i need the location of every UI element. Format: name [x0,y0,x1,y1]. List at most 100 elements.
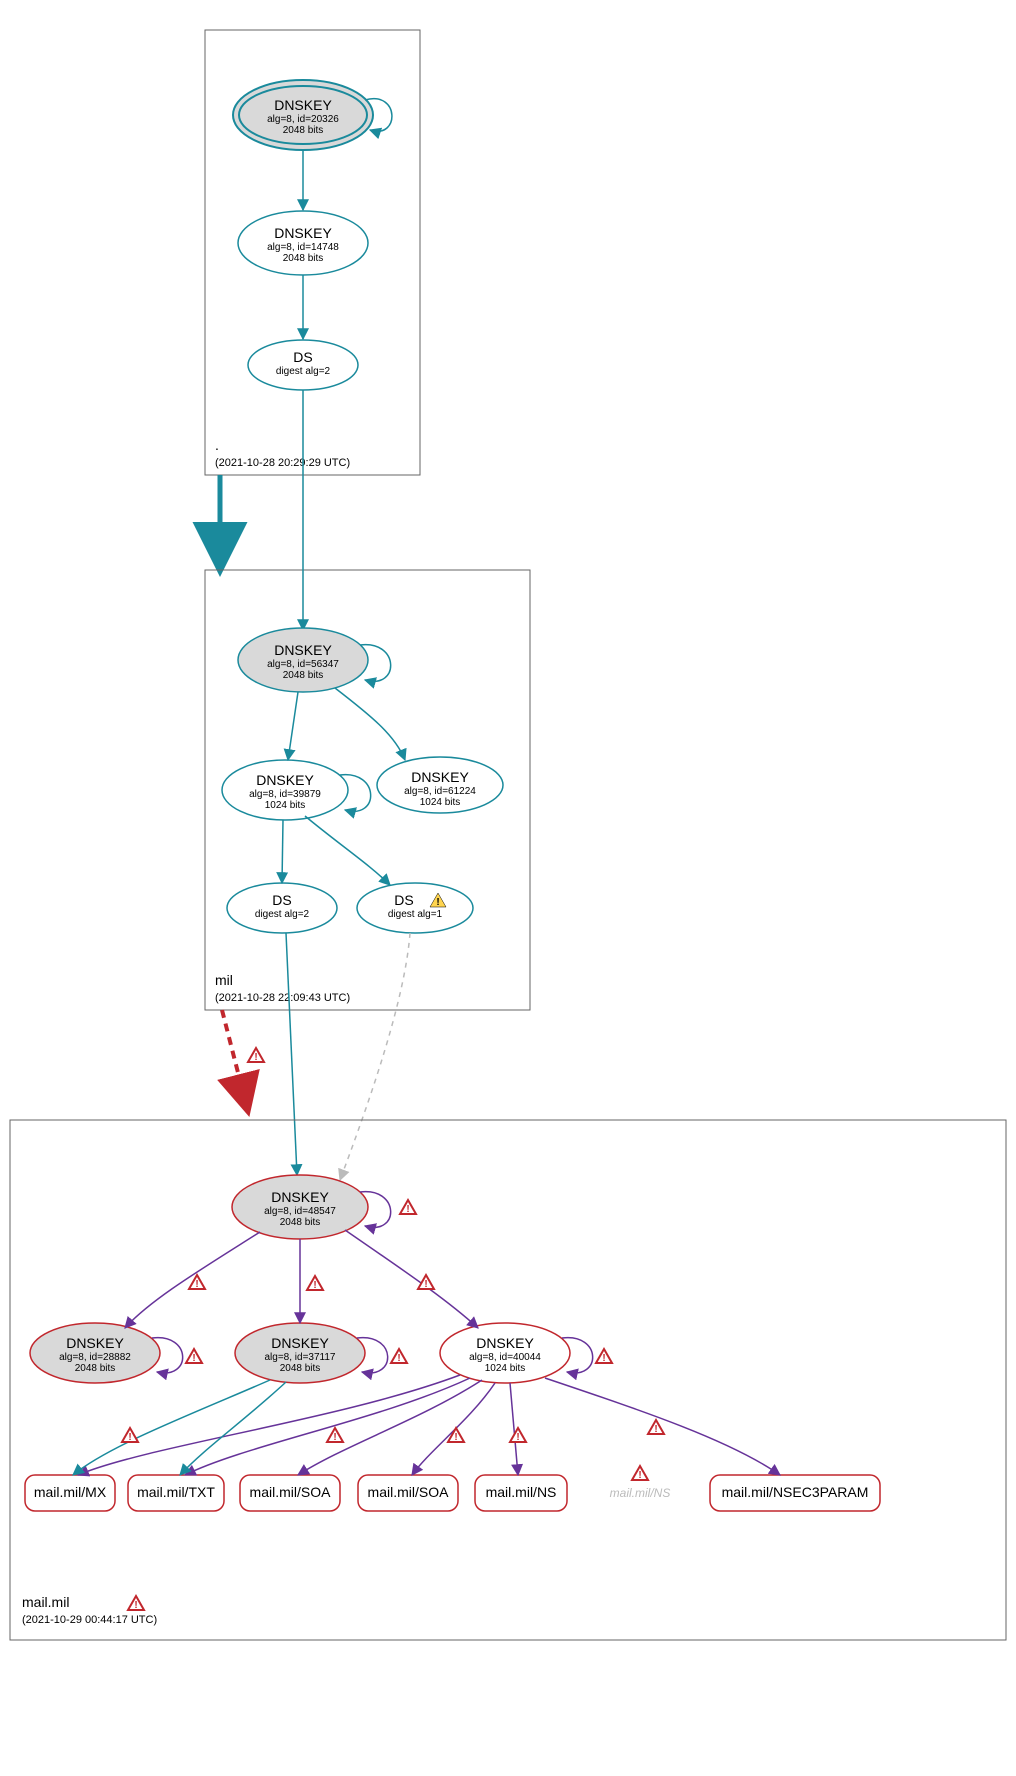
node-ds-root[interactable]: DS digest alg=2 [248,340,358,390]
zone-root-label: . [215,437,219,453]
node-rr-mx[interactable]: mail.mil/MX [25,1475,115,1511]
svg-text:DNSKEY: DNSKEY [66,1335,124,1351]
svg-text:2048 bits: 2048 bits [280,1363,321,1374]
warning-red-icon: ! [391,1349,407,1364]
warning-red-icon: ! [186,1349,202,1364]
zone-root-timestamp: (2021-10-28 20:29:29 UTC) [215,457,350,469]
svg-text:!: ! [454,1432,457,1443]
node-dnskey-mailmil-k3[interactable]: DNSKEY alg=8, id=40044 1024 bits [440,1323,570,1383]
svg-text:2048 bits: 2048 bits [283,670,324,681]
node-ds-mil-1[interactable]: DS digest alg=2 [227,883,337,933]
warning-red-icon: ! [122,1428,138,1443]
edge-k3-txt [185,1378,470,1475]
svg-text:1024 bits: 1024 bits [485,1363,526,1374]
svg-text:DNSKEY: DNSKEY [274,225,332,241]
edge-k2-mx [73,1380,270,1475]
svg-text:DNSKEY: DNSKEY [274,97,332,113]
svg-text:DNSKEY: DNSKEY [274,642,332,658]
warning-red-icon: ! [128,1596,144,1611]
node-rr-soa2[interactable]: mail.mil/SOA [358,1475,458,1511]
svg-text:!: ! [128,1432,131,1443]
svg-text:DNSKEY: DNSKEY [271,1189,329,1205]
svg-text:!: ! [602,1353,605,1364]
svg-text:DS: DS [293,349,312,365]
warning-red-icon: ! [327,1428,343,1443]
svg-text:!: ! [516,1432,519,1443]
edge-milksk-zsk [288,692,298,760]
warning-red-icon: ! [400,1200,416,1215]
svg-text:1024 bits: 1024 bits [265,800,306,811]
svg-text:mail.mil/SOA: mail.mil/SOA [368,1484,450,1500]
svg-text:alg=8, id=56347: alg=8, id=56347 [267,659,339,670]
edge-k3-mx [78,1375,460,1475]
svg-text:digest alg=1: digest alg=1 [388,909,443,920]
svg-text:2048 bits: 2048 bits [75,1363,116,1374]
svg-text:!: ! [406,1204,409,1215]
svg-text:mail.mil/NS: mail.mil/NS [486,1484,557,1500]
node-dnskey-mailmil-k1[interactable]: DNSKEY alg=8, id=28882 2048 bits [30,1323,160,1383]
svg-text:DNSKEY: DNSKEY [271,1335,329,1351]
svg-text:!: ! [638,1470,641,1481]
svg-text:digest alg=2: digest alg=2 [276,366,331,377]
node-dnskey-mil-ksk[interactable]: DNSKEY alg=8, id=56347 2048 bits [238,628,368,692]
svg-text:!: ! [313,1280,316,1291]
svg-text:DNSKEY: DNSKEY [256,772,314,788]
node-ds-mil-2[interactable]: DS digest alg=1 [357,883,473,933]
edge-milds2-mmksk [340,933,410,1180]
svg-text:alg=8, id=14748: alg=8, id=14748 [267,242,339,253]
svg-text:alg=8, id=28882: alg=8, id=28882 [59,1352,131,1363]
node-rr-ns-hidden: mail.mil/NS [610,1486,671,1500]
svg-text:DS: DS [394,892,413,908]
svg-text:!: ! [195,1279,198,1290]
edge-milds1-mmksk [286,933,297,1175]
svg-text:mail.mil/MX: mail.mil/MX [34,1484,107,1500]
svg-text:!: ! [192,1353,195,1364]
warning-red-icon: ! [648,1420,664,1435]
edge-mmksk-k1 [125,1232,260,1328]
zone-mil-label: mil [215,972,233,988]
svg-text:DS: DS [272,892,291,908]
svg-text:2048 bits: 2048 bits [283,253,324,264]
node-dnskey-mil-zsk2[interactable]: DNSKEY alg=8, id=61224 1024 bits [377,757,503,813]
svg-text:mail.mil/TXT: mail.mil/TXT [137,1484,215,1500]
dnsviz-graph: . (2021-10-28 20:29:29 UTC) DNSKEY alg=8… [0,0,1016,1776]
node-rr-txt[interactable]: mail.mil/TXT [128,1475,224,1511]
svg-text:DNSKEY: DNSKEY [476,1335,534,1351]
svg-text:alg=8, id=48547: alg=8, id=48547 [264,1206,336,1217]
svg-text:!: ! [333,1432,336,1443]
svg-text:2048 bits: 2048 bits [280,1217,321,1228]
svg-text:alg=8, id=37117: alg=8, id=37117 [265,1352,336,1363]
svg-text:!: ! [397,1353,400,1364]
svg-text:alg=8, id=40044: alg=8, id=40044 [469,1352,541,1363]
svg-text:mail.mil/NSEC3PARAM: mail.mil/NSEC3PARAM [722,1484,869,1500]
warning-red-icon: ! [189,1275,205,1290]
svg-text:2048 bits: 2048 bits [283,125,324,136]
svg-text:alg=8, id=39879: alg=8, id=39879 [249,789,321,800]
svg-text:alg=8, id=61224: alg=8, id=61224 [404,786,476,797]
svg-text:!: ! [424,1279,427,1290]
svg-text:!: ! [254,1052,257,1063]
node-dnskey-mailmil-k2[interactable]: DNSKEY alg=8, id=37117 2048 bits [235,1323,365,1383]
node-rr-soa1[interactable]: mail.mil/SOA [240,1475,340,1511]
warning-red-icon: ! [632,1466,648,1481]
warning-red-icon: ! [510,1428,526,1443]
warning-red-icon: ! [596,1349,612,1364]
svg-text:1024 bits: 1024 bits [420,797,461,808]
svg-text:DNSKEY: DNSKEY [411,769,469,785]
node-dnskey-root-ksk[interactable]: DNSKEY alg=8, id=20326 2048 bits [233,80,373,150]
edge-milzsk-ds2 [305,816,390,885]
svg-text:!: ! [134,1600,137,1611]
edge-k3-nsec3 [545,1378,780,1475]
node-rr-ns[interactable]: mail.mil/NS [475,1475,567,1511]
edge-milksk-zsk2 [335,688,405,760]
edge-milzsk-ds1 [282,820,283,883]
node-rr-nsec3[interactable]: mail.mil/NSEC3PARAM [710,1475,880,1511]
node-dnskey-root-zsk[interactable]: DNSKEY alg=8, id=14748 2048 bits [238,211,368,275]
node-dnskey-mailmil-ksk[interactable]: DNSKEY alg=8, id=48547 2048 bits [232,1175,368,1239]
zone-mailmil-label: mail.mil [22,1594,69,1610]
zone-mil-timestamp: (2021-10-28 22:09:43 UTC) [215,992,350,1004]
node-dnskey-mil-zsk[interactable]: DNSKEY alg=8, id=39879 1024 bits [222,760,348,820]
svg-text:alg=8, id=20326: alg=8, id=20326 [267,114,339,125]
warning-red-icon: ! [248,1048,264,1063]
svg-text:digest alg=2: digest alg=2 [255,909,310,920]
